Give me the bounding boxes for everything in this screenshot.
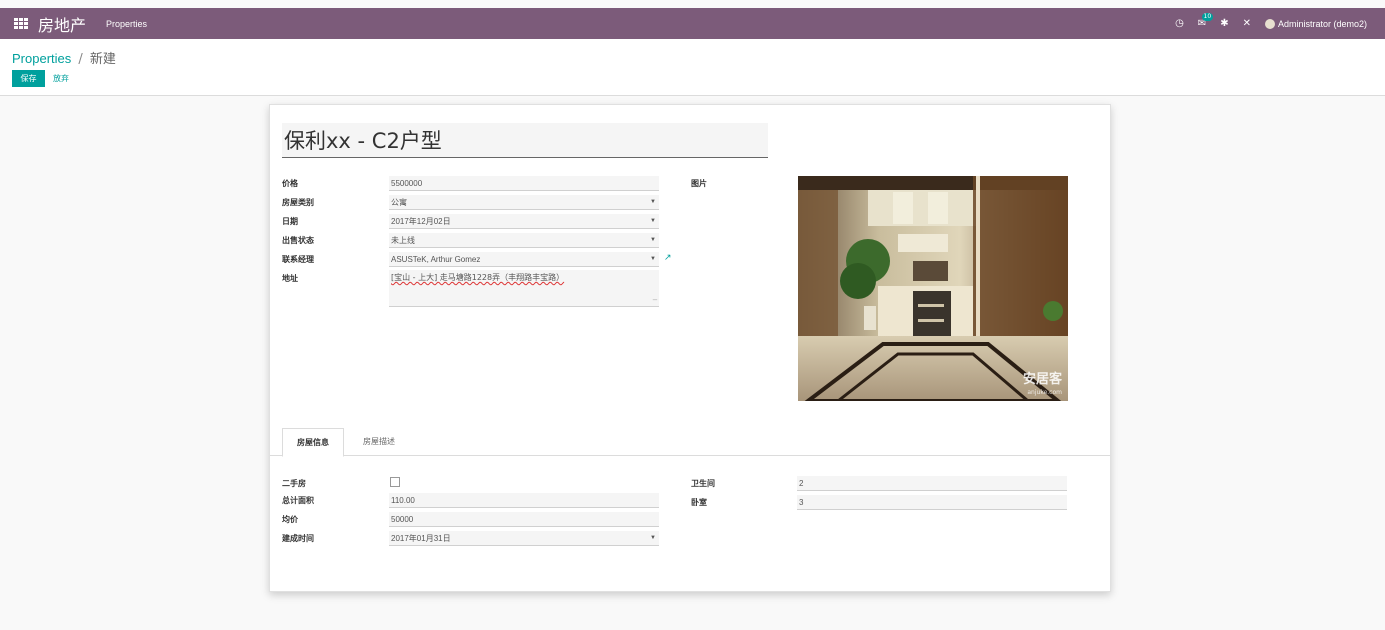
app-brand[interactable]: 房地产 [38,12,86,36]
address-text: [宝山 - 上大] 走马塘路1228弄（丰翔路丰宝路） [391,273,565,282]
second-hand-checkbox[interactable] [390,477,400,487]
date-select-value: 2017年12月02日 [391,217,451,226]
user-menu[interactable]: Administrator (demo2) [1264,18,1367,29]
status-select-value: 未上线 [391,236,415,245]
bathroom-label: 卫生间 [691,479,715,488]
manager-label: 联系经理 [282,255,314,264]
price-label: 价格 [282,179,298,188]
bedroom-label: 卧室 [691,498,707,507]
built-date-value: 2017年01月31日 [391,534,451,543]
status-select[interactable]: 未上线 ▼ [389,233,659,248]
navbar-systray: ◷ ✉ 10 ✱ ✕ Administrator (demo2) [1175,8,1367,39]
tab-house-description[interactable]: 房屋描述 [348,428,410,456]
notebook-tabs: 房屋信息 房屋描述 [270,428,1110,457]
chevron-down-icon: ▼ [650,218,656,224]
manager-select-value: ASUSTeK, Arthur Gomez [391,255,481,264]
chevron-down-icon: ▼ [650,535,656,541]
bedroom-input[interactable]: 3 [797,495,1067,510]
photo-watermark: 安居客 [1022,372,1062,387]
second-hand-label: 二手房 [282,479,306,488]
user-avatar [1264,18,1275,29]
bathroom-input[interactable]: 2 [797,476,1067,491]
area-label: 总计面积 [282,496,314,505]
type-select-value: 公寓 [391,198,407,207]
price-input[interactable]: 5500000 [389,176,659,191]
manager-select[interactable]: ASUSTeK, Arthur Gomez ▼ [389,252,659,267]
address-textarea[interactable]: [宝山 - 上大] 走马塘路1228弄（丰翔路丰宝路） − [389,270,659,307]
form-sheet: 保利xx - C2户型 价格 5500000 房屋类别 公寓 ▼ 日期 2017… [269,104,1111,592]
type-select[interactable]: 公寓 ▼ [389,195,659,210]
date-label: 日期 [282,217,298,226]
breadcrumb-properties[interactable]: Properties [12,51,71,66]
photo-watermark-sub: anjuke.com [1027,389,1062,396]
address-label: 地址 [282,274,298,283]
discard-button[interactable]: 放弃 [53,70,69,87]
bug-icon[interactable]: ✱ [1220,18,1228,29]
control-panel: Properties / 新建 保存 放弃 [0,39,1385,96]
breadcrumb-separator: / [78,52,83,67]
user-name: Administrator (demo2) [1277,18,1367,29]
property-photo[interactable]: 安居客 anjuke.com [798,176,1068,401]
built-date-label: 建成时间 [282,534,314,543]
type-label: 房屋类别 [282,198,314,207]
external-link-icon[interactable]: ↗ [664,253,672,263]
area-input[interactable]: 110.00 [389,493,659,508]
chevron-down-icon: ▼ [650,256,656,262]
resize-handle-icon[interactable]: − [652,295,658,306]
property-title-input[interactable]: 保利xx - C2户型 [282,123,768,158]
breadcrumb: Properties / 新建 [12,48,116,67]
tools-icon[interactable]: ✕ [1243,18,1251,29]
chat-icon[interactable]: ✉ 10 [1198,12,1214,29]
chevron-down-icon: ▼ [650,237,656,243]
built-date-select[interactable]: 2017年01月31日 ▼ [389,531,659,546]
clock-icon[interactable]: ◷ [1175,18,1184,29]
unit-price-label: 均价 [282,515,298,524]
tab-house-info[interactable]: 房屋信息 [282,428,344,457]
menu-item-properties[interactable]: Properties [106,19,147,29]
image-label: 图片 [691,179,707,188]
top-navbar: 房地产 Properties ◷ ✉ 10 ✱ ✕ Administrator (… [0,8,1385,39]
unit-price-input[interactable]: 50000 [389,512,659,527]
status-label: 出售状态 [282,236,314,245]
breadcrumb-current: 新建 [89,52,116,67]
notification-badge: 10 [1201,12,1214,21]
chevron-down-icon: ▼ [650,199,656,205]
save-button[interactable]: 保存 [12,70,45,87]
apps-grid-icon[interactable] [14,17,28,30]
date-select[interactable]: 2017年12月02日 ▼ [389,214,659,229]
